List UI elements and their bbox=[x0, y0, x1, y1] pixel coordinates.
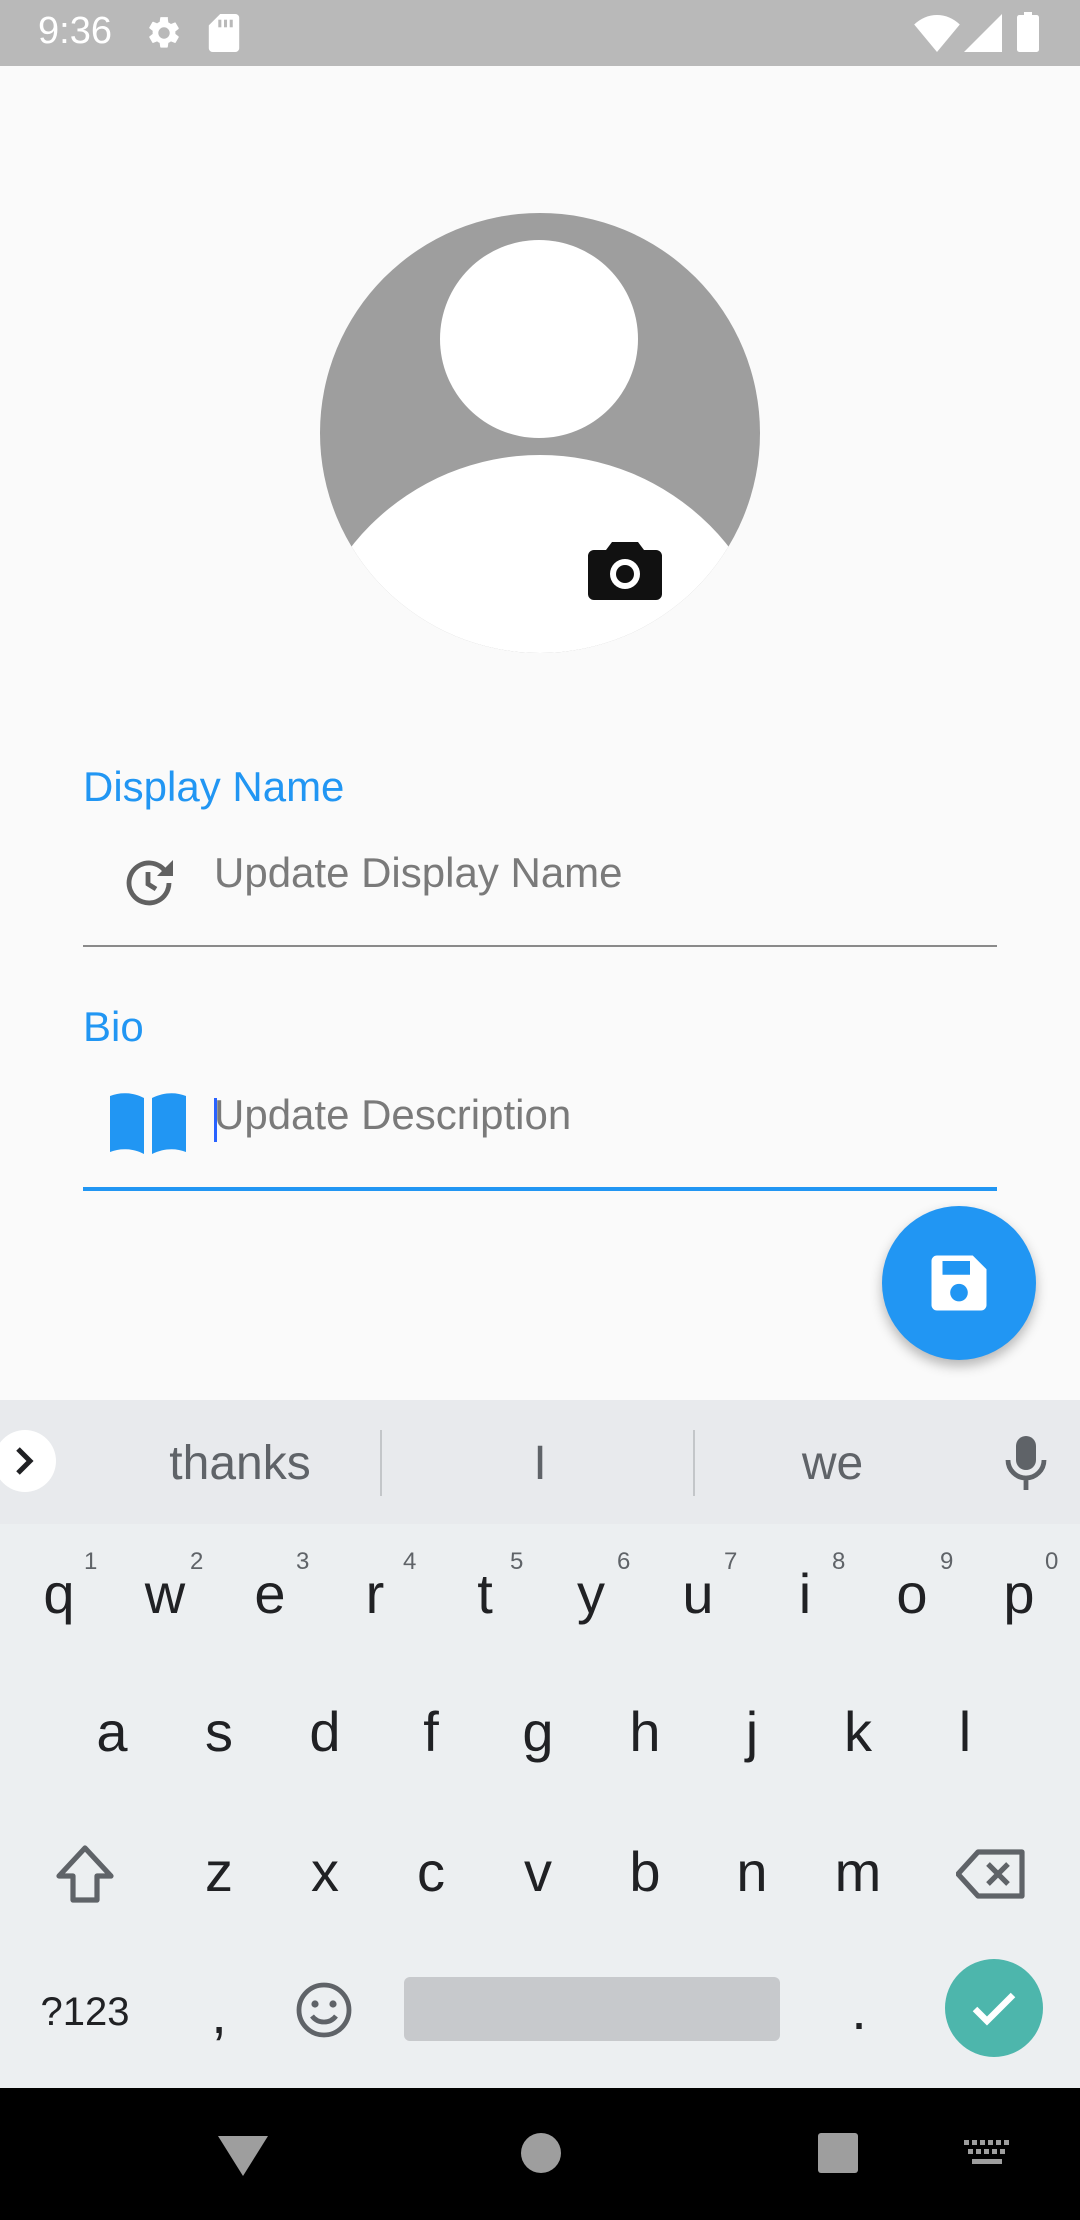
key-g[interactable]: g bbox=[493, 1702, 583, 1762]
text-caret bbox=[214, 1098, 217, 1142]
display-name-label: Display Name bbox=[83, 763, 345, 810]
key-c[interactable]: c bbox=[386, 1842, 476, 1902]
suggestion-1[interactable]: thanks bbox=[90, 1436, 390, 1491]
wifi-icon bbox=[914, 14, 960, 52]
symbols-key[interactable]: ?123 bbox=[25, 1982, 145, 2042]
key-d[interactable]: d bbox=[280, 1702, 370, 1762]
key-hint-6: 6 bbox=[617, 1548, 631, 1575]
gear-icon bbox=[149, 17, 179, 48]
avatar-body bbox=[320, 455, 760, 653]
key-s[interactable]: s bbox=[174, 1702, 264, 1762]
key-hint-8: 8 bbox=[832, 1548, 846, 1575]
soft-keyboard: thanks I we q w e r t y u i o p 1 2 3 4 … bbox=[0, 1400, 1080, 2088]
key-hint-7: 7 bbox=[724, 1548, 738, 1575]
home-icon[interactable] bbox=[520, 2132, 562, 2174]
keyboard-switch-icon[interactable] bbox=[964, 2140, 1010, 2168]
recents-icon[interactable] bbox=[817, 2132, 859, 2174]
key-x[interactable]: x bbox=[280, 1842, 370, 1902]
key-n[interactable]: n bbox=[707, 1842, 797, 1902]
key-hint-5: 5 bbox=[510, 1548, 524, 1575]
enter-key[interactable] bbox=[945, 1959, 1043, 2057]
battery-icon bbox=[1017, 12, 1039, 52]
suggestion-divider bbox=[693, 1430, 695, 1496]
suggestion-divider bbox=[380, 1430, 382, 1496]
cell-signal-icon bbox=[964, 14, 1002, 52]
checkmark-icon bbox=[972, 1992, 1016, 2026]
bio-input[interactable] bbox=[214, 1085, 994, 1145]
avatar-head bbox=[440, 240, 638, 438]
sd-card-icon bbox=[208, 14, 240, 52]
profile-avatar[interactable] bbox=[320, 213, 760, 653]
key-v[interactable]: v bbox=[493, 1842, 583, 1902]
chevron-right-icon bbox=[16, 1447, 34, 1475]
bio-underline bbox=[83, 1187, 997, 1191]
floppy-save-icon bbox=[931, 1255, 987, 1311]
book-icon bbox=[110, 1093, 186, 1154]
key-hint-4: 4 bbox=[403, 1548, 417, 1575]
key-j[interactable]: j bbox=[707, 1702, 797, 1762]
display-name-underline bbox=[83, 945, 997, 947]
emoji-icon[interactable] bbox=[294, 1980, 354, 2040]
save-button[interactable] bbox=[882, 1206, 1036, 1360]
key-f[interactable]: f bbox=[386, 1702, 476, 1762]
key-l[interactable]: l bbox=[920, 1702, 1010, 1762]
navigation-bar bbox=[0, 2088, 1080, 2220]
status-time: 9:36 bbox=[38, 10, 112, 52]
change-photo-button[interactable] bbox=[588, 536, 662, 602]
bio-label: Bio bbox=[83, 1003, 144, 1050]
status-bar: 9:36 bbox=[0, 0, 1080, 66]
back-icon[interactable] bbox=[218, 2132, 268, 2176]
comma-key[interactable]: , bbox=[174, 1984, 264, 2044]
suggestion-strip: thanks I we bbox=[0, 1400, 1080, 1524]
key-k[interactable]: k bbox=[813, 1702, 903, 1762]
key-hint-1: 1 bbox=[84, 1548, 98, 1575]
key-h[interactable]: h bbox=[600, 1702, 690, 1762]
suggestion-3[interactable]: we bbox=[700, 1436, 965, 1491]
suggestion-expand-button[interactable] bbox=[0, 1430, 56, 1492]
suggestion-2[interactable]: I bbox=[390, 1436, 690, 1491]
key-a[interactable]: a bbox=[67, 1702, 157, 1762]
backspace-icon[interactable] bbox=[956, 1848, 1028, 1900]
shift-icon[interactable] bbox=[53, 1842, 117, 1906]
key-hint-0: 0 bbox=[1045, 1548, 1059, 1575]
key-z[interactable]: z bbox=[174, 1842, 264, 1902]
history-icon bbox=[126, 860, 173, 906]
key-m[interactable]: m bbox=[813, 1842, 903, 1902]
period-key[interactable]: . bbox=[814, 1980, 904, 2040]
key-hint-9: 9 bbox=[940, 1548, 954, 1575]
display-name-input[interactable] bbox=[214, 843, 994, 903]
camera-icon bbox=[588, 542, 662, 600]
key-hint-2: 2 bbox=[190, 1548, 204, 1575]
microphone-icon[interactable] bbox=[1004, 1436, 1048, 1492]
space-bar[interactable] bbox=[404, 1977, 780, 2041]
key-b[interactable]: b bbox=[600, 1842, 690, 1902]
key-hint-3: 3 bbox=[296, 1548, 310, 1575]
